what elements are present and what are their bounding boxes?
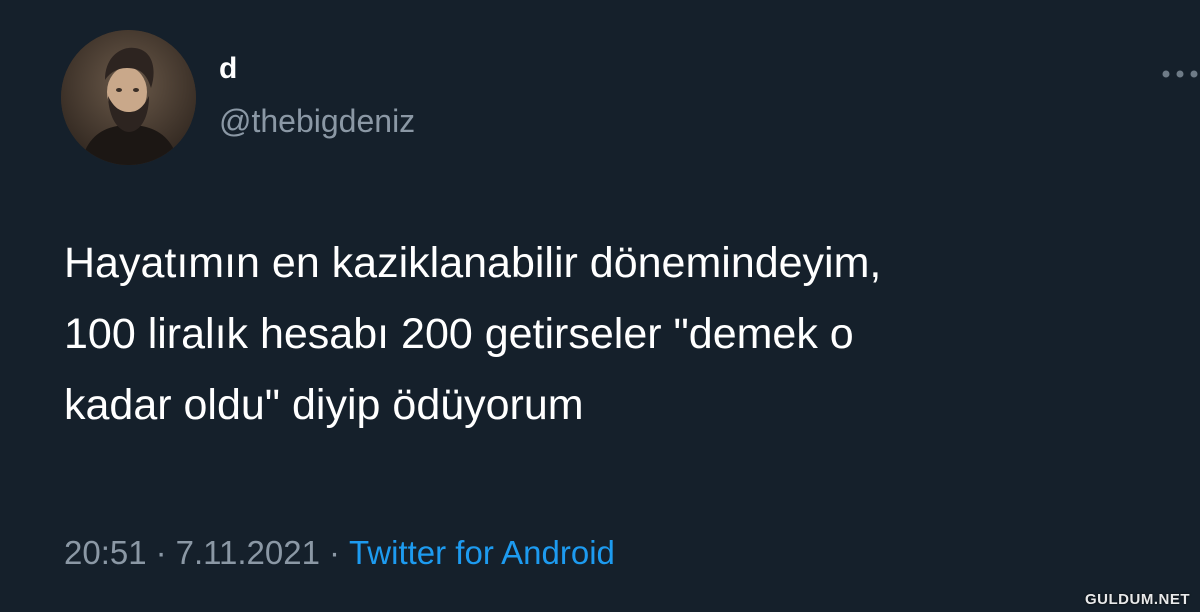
tweet-text: Hayatımın en kaziklanabilir dönemindeyim… xyxy=(64,228,1174,441)
meta-separator: · xyxy=(155,534,167,571)
display-name[interactable]: d xyxy=(219,54,237,84)
tweet-date[interactable]: 7.11.2021 xyxy=(176,534,320,571)
tweet-source-link[interactable]: Twitter for Android xyxy=(349,534,615,571)
tweet-text-line: Hayatımın en kaziklanabilir dönemindeyim… xyxy=(64,239,882,287)
meta-separator: · xyxy=(328,534,340,571)
more-options-icon[interactable] xyxy=(1152,64,1200,84)
tweet-time[interactable]: 20:51 xyxy=(64,534,147,571)
tweet-meta: 20:51 · 7.11.2021 · Twitter for Android xyxy=(64,536,615,569)
user-handle[interactable]: @thebigdeniz xyxy=(219,105,415,137)
bearded-man-portrait-icon xyxy=(61,30,196,165)
watermark: GULDUM.NET xyxy=(1085,591,1190,608)
tweet-text-line: kadar oldu" diyip ödüyorum xyxy=(64,381,584,429)
tweet-text-line: 100 liralık hesabı 200 getirseler "demek… xyxy=(64,310,854,358)
avatar[interactable] xyxy=(61,30,196,165)
